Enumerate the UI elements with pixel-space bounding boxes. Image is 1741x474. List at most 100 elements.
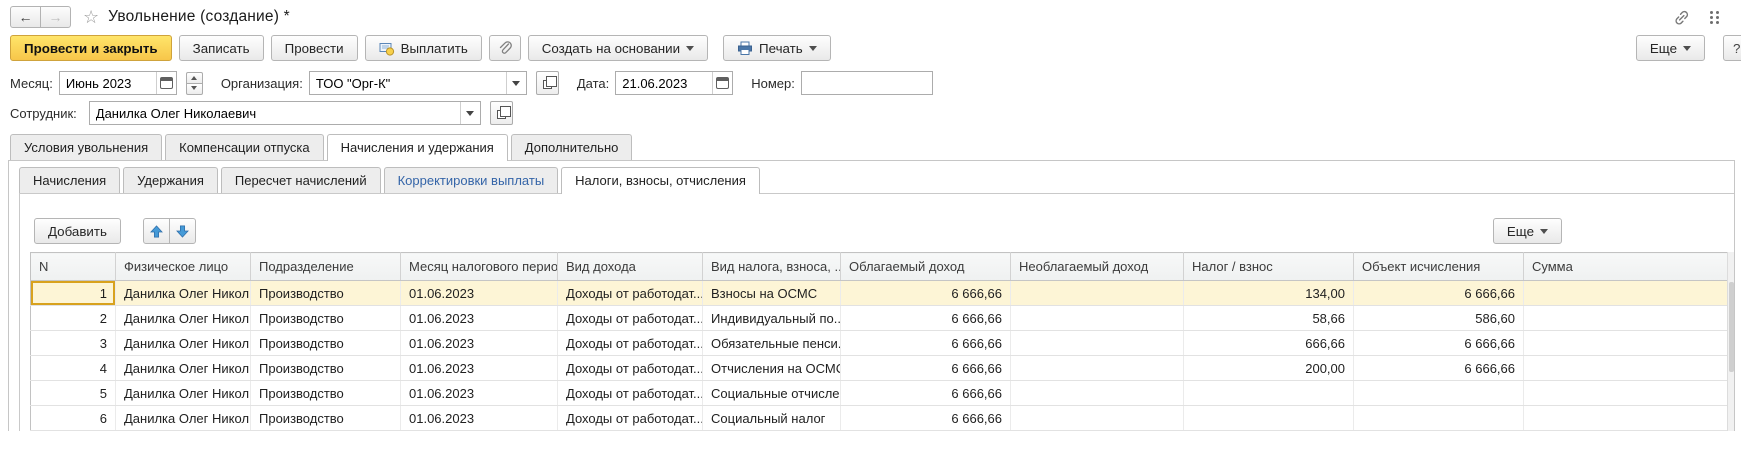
- column-header-person[interactable]: Физическое лицо: [116, 253, 251, 281]
- date-input[interactable]: [616, 76, 712, 91]
- table-cell-n[interactable]: 6: [31, 406, 116, 431]
- table-cell-department[interactable]: Производство: [251, 406, 401, 431]
- table-cell-income-type[interactable]: Доходы от работодат...: [558, 381, 703, 406]
- table-cell-tax-amount[interactable]: [1184, 406, 1354, 431]
- organization-open-button[interactable]: [536, 71, 559, 95]
- subtab-deductions[interactable]: Удержания: [123, 167, 218, 193]
- table-cell-calc-object[interactable]: 6 666,66: [1354, 281, 1524, 306]
- table-cell-nontaxable-income[interactable]: [1011, 281, 1184, 306]
- table-cell-department[interactable]: Производство: [251, 331, 401, 356]
- tab-vacation-compensation[interactable]: Компенсации отпуска: [165, 134, 324, 160]
- table-cell-taxable-income[interactable]: 6 666,66: [841, 406, 1011, 431]
- date-calendar-button[interactable]: [712, 72, 732, 94]
- table-cell-sum[interactable]: [1524, 381, 1735, 406]
- write-button[interactable]: Записать: [179, 35, 264, 61]
- column-header-taxable-income[interactable]: Облагаемый доход: [841, 253, 1011, 281]
- post-and-close-button[interactable]: Провести и закрыть: [10, 35, 172, 61]
- table-cell-tax-amount[interactable]: [1184, 381, 1354, 406]
- table-cell-tax-period[interactable]: 01.06.2023: [401, 406, 558, 431]
- table-cell-income-type[interactable]: Доходы от работодат...: [558, 331, 703, 356]
- table-cell-calc-object[interactable]: 6 666,66: [1354, 356, 1524, 381]
- month-calendar-button[interactable]: [156, 72, 176, 94]
- table-cell-tax-period[interactable]: 01.06.2023: [401, 281, 558, 306]
- table-cell-tax-period[interactable]: 01.06.2023: [401, 356, 558, 381]
- table-cell-tax-type[interactable]: Индивидуальный по...: [703, 306, 841, 331]
- table-cell-tax-amount[interactable]: 134,00: [1184, 281, 1354, 306]
- organization-input[interactable]: [310, 76, 506, 91]
- table-cell-calc-object[interactable]: 6 666,66: [1354, 331, 1524, 356]
- subtab-accruals[interactable]: Начисления: [19, 167, 120, 193]
- add-row-button[interactable]: Добавить: [34, 218, 121, 244]
- table-cell-taxable-income[interactable]: 6 666,66: [841, 381, 1011, 406]
- table-cell-tax-type[interactable]: Социальный налог: [703, 406, 841, 431]
- table-cell-tax-type[interactable]: Обязательные пенси...: [703, 331, 841, 356]
- table-cell-taxable-income[interactable]: 6 666,66: [841, 281, 1011, 306]
- vertical-scrollbar[interactable]: [1727, 252, 1734, 431]
- table-row[interactable]: 1 Данилка Олег Никол... Производство 01.…: [31, 281, 1735, 306]
- table-cell-sum[interactable]: [1524, 406, 1735, 431]
- grid-more-button[interactable]: Еще: [1493, 218, 1562, 244]
- print-button[interactable]: Печать: [723, 35, 831, 61]
- spinner-down-button[interactable]: [186, 83, 203, 95]
- column-header-tax-period[interactable]: Месяц налогового периода: [401, 253, 558, 281]
- forward-button[interactable]: →: [40, 6, 71, 28]
- table-cell-nontaxable-income[interactable]: [1011, 356, 1184, 381]
- toolbar-more-button[interactable]: Еще: [1636, 35, 1705, 61]
- scrollbar-thumb[interactable]: [1729, 282, 1734, 372]
- table-cell-calc-object[interactable]: [1354, 406, 1524, 431]
- table-row[interactable]: 4 Данилка Олег Никол... Производство 01.…: [31, 356, 1735, 381]
- number-input[interactable]: [802, 76, 932, 91]
- table-cell-nontaxable-income[interactable]: [1011, 306, 1184, 331]
- subtab-payment-adjustments[interactable]: Корректировки выплаты: [384, 167, 559, 193]
- employee-input[interactable]: [90, 106, 460, 121]
- spinner-up-button[interactable]: [186, 72, 203, 84]
- tab-dismissal-conditions[interactable]: Условия увольнения: [10, 134, 162, 160]
- column-header-tax-amount[interactable]: Налог / взнос: [1184, 253, 1354, 281]
- column-header-calc-object[interactable]: Объект исчисления: [1354, 253, 1524, 281]
- help-button-partial[interactable]: ?: [1723, 35, 1741, 61]
- table-row[interactable]: 5 Данилка Олег Никол... Производство 01.…: [31, 381, 1735, 406]
- table-cell-tax-type[interactable]: Отчисления на ОСМС: [703, 356, 841, 381]
- table-cell-taxable-income[interactable]: 6 666,66: [841, 306, 1011, 331]
- table-cell-tax-type[interactable]: Взносы на ОСМС: [703, 281, 841, 306]
- table-cell-person[interactable]: Данилка Олег Никол...: [116, 381, 251, 406]
- employee-dropdown-button[interactable]: [460, 102, 480, 124]
- table-cell-n[interactable]: 5: [31, 381, 116, 406]
- month-input[interactable]: [60, 76, 156, 91]
- link-icon[interactable]: [1673, 9, 1690, 26]
- tab-accruals-deductions[interactable]: Начисления и удержания: [327, 134, 508, 161]
- favorite-star-icon[interactable]: ☆: [83, 7, 99, 28]
- table-cell-n[interactable]: 3: [31, 331, 116, 356]
- table-cell-tax-period[interactable]: 01.06.2023: [401, 381, 558, 406]
- table-cell-person[interactable]: Данилка Олег Никол...: [116, 331, 251, 356]
- tab-additional[interactable]: Дополнительно: [511, 134, 633, 160]
- table-cell-tax-amount[interactable]: 666,66: [1184, 331, 1354, 356]
- attachments-button[interactable]: [489, 35, 521, 61]
- create-based-on-button[interactable]: Создать на основании: [528, 35, 708, 61]
- table-cell-department[interactable]: Производство: [251, 306, 401, 331]
- column-header-tax-type[interactable]: Вид налога, взноса, ...: [703, 253, 841, 281]
- table-cell-n[interactable]: 4: [31, 356, 116, 381]
- table-cell-department[interactable]: Производство: [251, 281, 401, 306]
- table-cell-department[interactable]: Производство: [251, 356, 401, 381]
- table-cell-nontaxable-income[interactable]: [1011, 406, 1184, 431]
- table-cell-department[interactable]: Производство: [251, 381, 401, 406]
- table-cell-sum[interactable]: [1524, 356, 1735, 381]
- table-cell-income-type[interactable]: Доходы от работодат...: [558, 281, 703, 306]
- table-cell-sum[interactable]: [1524, 281, 1735, 306]
- column-header-income-type[interactable]: Вид дохода: [558, 253, 703, 281]
- table-cell-calc-object[interactable]: 586,60: [1354, 306, 1524, 331]
- column-header-sum[interactable]: Сумма: [1524, 253, 1735, 281]
- table-cell-tax-type[interactable]: Социальные отчисле...: [703, 381, 841, 406]
- post-button[interactable]: Провести: [271, 35, 358, 61]
- table-cell-taxable-income[interactable]: 6 666,66: [841, 331, 1011, 356]
- employee-open-button[interactable]: [490, 101, 513, 125]
- table-cell-person[interactable]: Данилка Олег Никол...: [116, 356, 251, 381]
- table-cell-taxable-income[interactable]: 6 666,66: [841, 356, 1011, 381]
- move-up-button[interactable]: [143, 218, 170, 244]
- column-header-nontaxable-income[interactable]: Необлагаемый доход: [1011, 253, 1184, 281]
- menu-dots-icon[interactable]: [1710, 11, 1719, 24]
- table-row[interactable]: 6 Данилка Олег Никол... Производство 01.…: [31, 406, 1735, 431]
- table-cell-sum[interactable]: [1524, 306, 1735, 331]
- organization-dropdown-button[interactable]: [506, 72, 526, 94]
